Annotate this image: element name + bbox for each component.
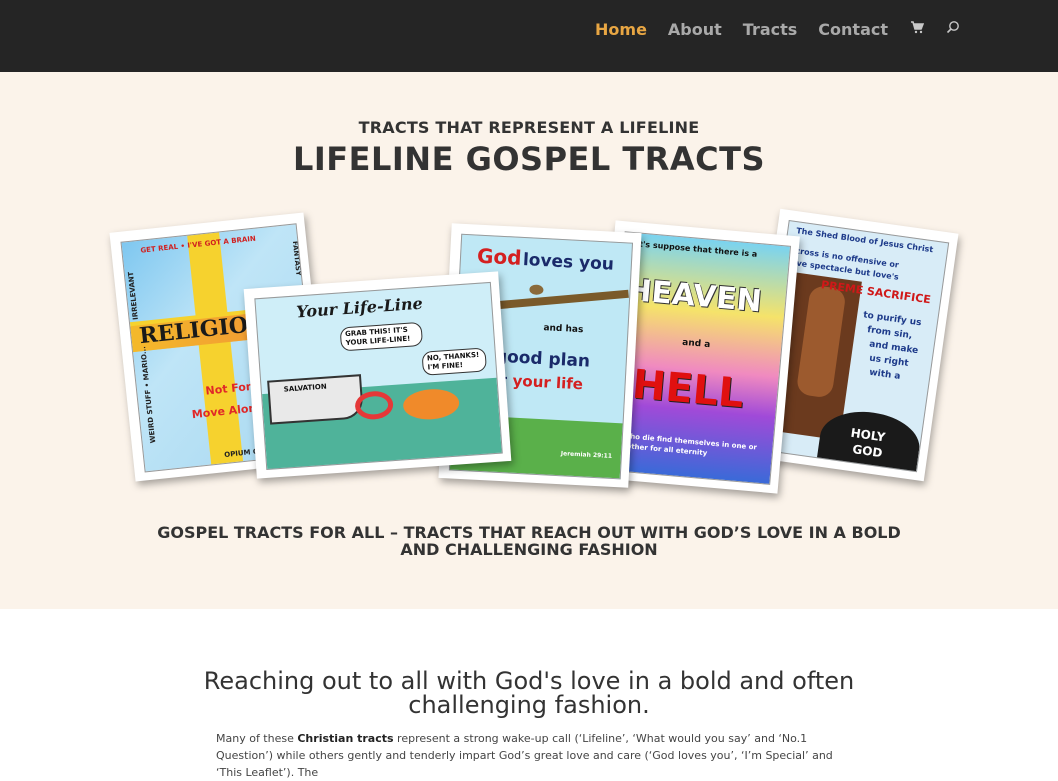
godloves-l4b: your life [512,371,584,394]
shed-t6: from sin, [866,325,913,342]
religion-border-left: IRRELEVANT [126,271,140,321]
para-pre: Many of these [216,732,298,745]
religion-border-right: FANTASY [290,240,303,277]
nav-tracts[interactable]: Tracts [743,20,798,40]
heaven-word: HEAVEN [625,272,764,320]
lifeline-bubble1: GRAB THIS! IT'S YOUR LIFE-LINE! [339,321,424,352]
section-heading: Reaching out to all with God's love in a… [203,667,855,719]
godloves-l1b: loves you [522,249,615,275]
shed-t8: us right [868,353,910,369]
godloves-l2: and has [543,323,584,336]
nav-about[interactable]: About [668,20,722,40]
heaven-top: Let's suppose that there is a [628,238,758,259]
hell-word: HELL [630,361,746,418]
cart-icon[interactable] [910,20,925,40]
nav-contact[interactable]: Contact [818,20,888,40]
shed-t9: with a [868,367,902,382]
lifeline-title: Your Life-Line [295,293,424,322]
nav-home[interactable]: Home [595,20,647,40]
heaven-bottom: all who die find themselves in one or th… [610,430,758,458]
godloves-l1a: God [476,243,523,270]
section-paragraph: Many of these Christian tracts represent… [216,730,846,781]
hero-subheading: GOSPEL TRACTS FOR ALL – TRACTS THAT REAC… [157,523,901,559]
tract-your-life-line: SALVATION Your Life-Line GRAB THIS! IT'S… [243,271,512,479]
lifeline-bubble2: NO, THANKS! I'M FINE! [421,347,488,376]
hero-section: TRACTS THAT REPRESENT A LIFELINE LIFELIN… [0,72,1058,609]
religion-border-left-2: WEIRD STUFF • MARIO... [139,345,158,444]
main-nav: Home About Tracts Contact [595,20,960,40]
search-icon[interactable] [946,20,960,40]
top-nav-bar: Home About Tracts Contact [0,0,1058,72]
christian-tracts-link: Christian tracts [297,732,394,745]
heaven-mid: and a [681,337,711,351]
